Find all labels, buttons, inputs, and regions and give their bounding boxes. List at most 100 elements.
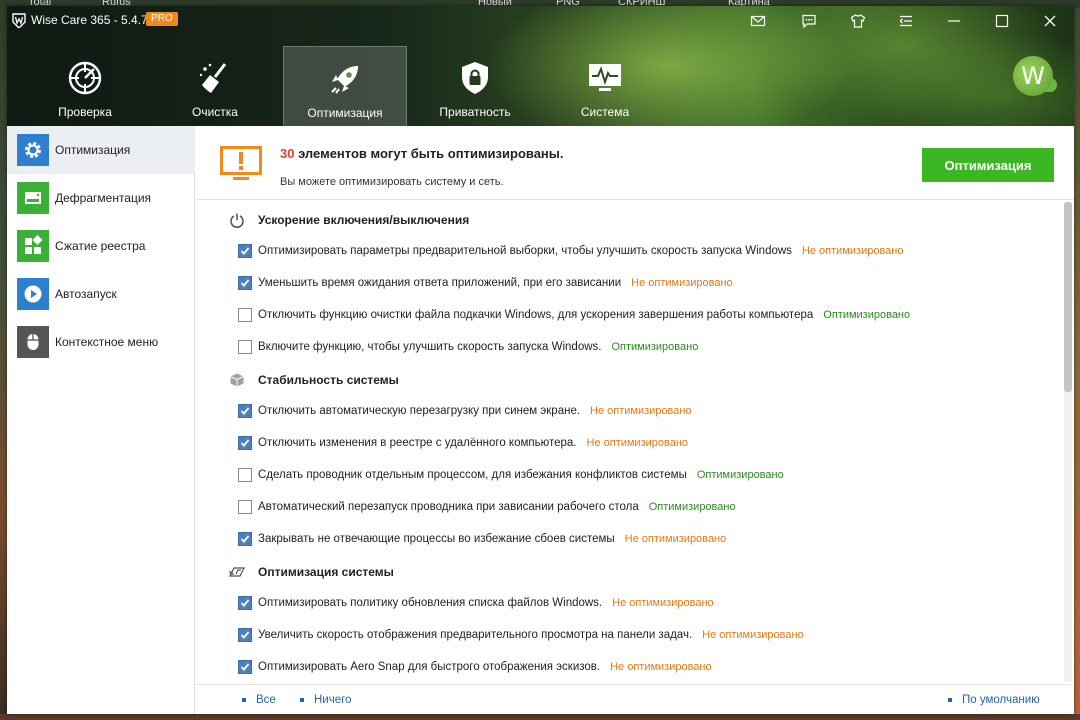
mail-icon[interactable] — [745, 10, 771, 32]
status-badge: Оптимизировано — [611, 341, 699, 353]
status-badge: Оптимизировано — [696, 469, 784, 481]
gear-icon — [17, 134, 49, 166]
avatar[interactable]: W — [1013, 56, 1053, 96]
tab-privacy[interactable]: Приватность — [413, 46, 537, 126]
list-item[interactable]: Включите функцию, чтобы улучшить скорост… — [238, 338, 698, 356]
sidebar-item-defrag[interactable]: Дефрагментация — [7, 174, 195, 222]
checkbox[interactable] — [238, 628, 252, 642]
optimize-button[interactable]: Оптимизация — [922, 148, 1054, 182]
tab-privacy-label: Приватность — [439, 105, 511, 119]
sidebar-item-registry[interactable]: Сжатие реестра — [7, 222, 195, 270]
list-item[interactable]: Отключить автоматическую перезагрузку пр… — [238, 402, 692, 420]
checkbox[interactable] — [238, 468, 252, 482]
select-none-label: Ничего — [314, 694, 352, 706]
default-link[interactable]: По умолчанию — [948, 694, 1040, 706]
speed-icon — [228, 563, 246, 581]
sidebar-item-optimization[interactable]: Оптимизация — [7, 126, 195, 174]
status-badge: Не оптимизировано — [631, 277, 733, 289]
status-badge: Не оптимизировано — [702, 629, 804, 641]
status-badge: Не оптимизировано — [586, 437, 689, 449]
header-banner: Wise Care 365 - 5.4.7 PRO Проверка Очист… — [7, 6, 1074, 126]
list-item[interactable]: Увеличить скорость отображения предварит… — [238, 626, 804, 644]
bullet-icon — [242, 698, 246, 702]
tab-optimize[interactable]: Оптимизация — [283, 46, 407, 126]
pro-badge[interactable]: PRO — [146, 12, 178, 26]
list-item[interactable]: Оптимизировать Aero Snap для быстрого от… — [238, 658, 712, 676]
tab-system-label: Система — [580, 105, 630, 119]
power-icon — [228, 211, 246, 229]
tab-check[interactable]: Проверка — [23, 46, 147, 126]
section-title: Ускорение включения/выключения — [258, 213, 470, 227]
checkbox[interactable] — [238, 660, 252, 674]
scrollbar[interactable] — [1064, 202, 1072, 682]
tab-check-label: Проверка — [58, 105, 112, 119]
desktop-background-left — [0, 8, 7, 720]
optimization-list: Ускорение включения/выключения Оптимизиро… — [196, 200, 1062, 684]
select-all-link[interactable]: Все — [242, 694, 276, 706]
bullet-icon — [948, 698, 952, 702]
section-header: Стабильность системы — [228, 370, 399, 390]
item-text: Оптимизировать Aero Snap для быстрого от… — [258, 661, 601, 673]
disk-icon — [17, 182, 49, 214]
item-text: Увеличить скорость отображения предварит… — [258, 629, 693, 641]
select-none-link[interactable]: Ничего — [300, 694, 351, 706]
tab-system[interactable]: Система — [543, 46, 667, 126]
footer-bar: Все Ничего По умолчанию — [196, 684, 1074, 714]
section-header: Ускорение включения/выключения — [228, 210, 469, 230]
checkbox[interactable] — [238, 436, 252, 450]
checkbox[interactable] — [238, 244, 252, 258]
list-item[interactable]: Оптимизировать параметры предварительной… — [238, 242, 903, 260]
item-text: Отключить функцию очистки файла подкачки… — [258, 309, 814, 321]
checkbox[interactable] — [238, 276, 252, 290]
checkbox[interactable] — [238, 532, 252, 546]
list-item[interactable]: Закрывать не отвечающие процессы во избе… — [238, 530, 726, 548]
item-text: Сделать проводник отдельным процессом, д… — [258, 469, 687, 481]
minimize-icon[interactable] — [941, 10, 967, 32]
main-panel: 30 элементов могут быть оптимизированы. … — [196, 126, 1074, 714]
list-item[interactable]: Автоматический перезапуск проводника при… — [238, 498, 736, 516]
list-item[interactable]: Отключить функцию очистки файла подкачки… — [238, 306, 910, 324]
sidebar-item-context-menu[interactable]: Контекстное меню — [7, 318, 195, 366]
titlebar[interactable]: Wise Care 365 - 5.4.7 PRO — [7, 6, 1074, 34]
lock-icon — [462, 62, 488, 94]
list-item[interactable]: Оптимизировать политику обновления списк… — [238, 594, 714, 612]
default-label: По умолчанию — [962, 694, 1040, 706]
item-text: Отключить автоматическую перезагрузку пр… — [258, 405, 581, 417]
status-badge: Не оптимизировано — [801, 245, 904, 257]
list-item[interactable]: Уменьшить время ожидания ответа приложен… — [238, 274, 733, 292]
summary-title-text: элементов могут быть оптимизированы. — [294, 146, 564, 161]
sidebar-item-autostart[interactable]: Автозапуск — [7, 270, 195, 318]
desktop-background-bottom — [0, 714, 1080, 720]
app-title: Wise Care 365 - 5.4.7 — [31, 13, 148, 27]
close-icon[interactable] — [1037, 10, 1063, 32]
item-text: Уменьшить время ожидания ответа приложен… — [258, 277, 622, 289]
feedback-icon[interactable] — [796, 10, 822, 32]
app-window: Wise Care 365 - 5.4.7 PRO Проверка Очист… — [7, 6, 1074, 714]
status-badge: Не оптимизировано — [590, 405, 692, 417]
status-badge: Не оптимизировано — [610, 661, 712, 673]
sidebar-item-label: Сжатие реестра — [55, 239, 146, 253]
item-text: Оптимизировать параметры предварительной… — [258, 245, 792, 257]
summary-subtitle: Вы можете оптимизировать систему и сеть. — [280, 176, 504, 188]
item-text: Оптимизировать политику обновления списк… — [258, 597, 603, 609]
item-text: Автоматический перезапуск проводника при… — [258, 501, 639, 513]
tab-clean-label: Очистка — [192, 105, 238, 119]
status-badge: Оптимизировано — [823, 309, 911, 321]
scroll-thumb[interactable] — [1064, 202, 1072, 392]
menu-icon[interactable] — [893, 10, 919, 32]
checkbox[interactable] — [238, 308, 252, 322]
section-header: Оптимизация системы — [228, 562, 394, 582]
section-title: Оптимизация системы — [258, 565, 394, 579]
checkbox[interactable] — [238, 500, 252, 514]
skin-icon[interactable] — [845, 10, 871, 32]
checkbox[interactable] — [238, 404, 252, 418]
tab-clean[interactable]: Очистка — [153, 46, 277, 126]
desktop-background-right — [1074, 8, 1080, 720]
maximize-icon[interactable] — [989, 10, 1015, 32]
mouse-icon — [17, 326, 49, 358]
warning-monitor-icon — [220, 146, 262, 182]
checkbox[interactable] — [238, 596, 252, 610]
list-item[interactable]: Отключить изменения в реестре с удалённо… — [238, 434, 688, 452]
checkbox[interactable] — [238, 340, 252, 354]
list-item[interactable]: Сделать проводник отдельным процессом, д… — [238, 466, 784, 484]
